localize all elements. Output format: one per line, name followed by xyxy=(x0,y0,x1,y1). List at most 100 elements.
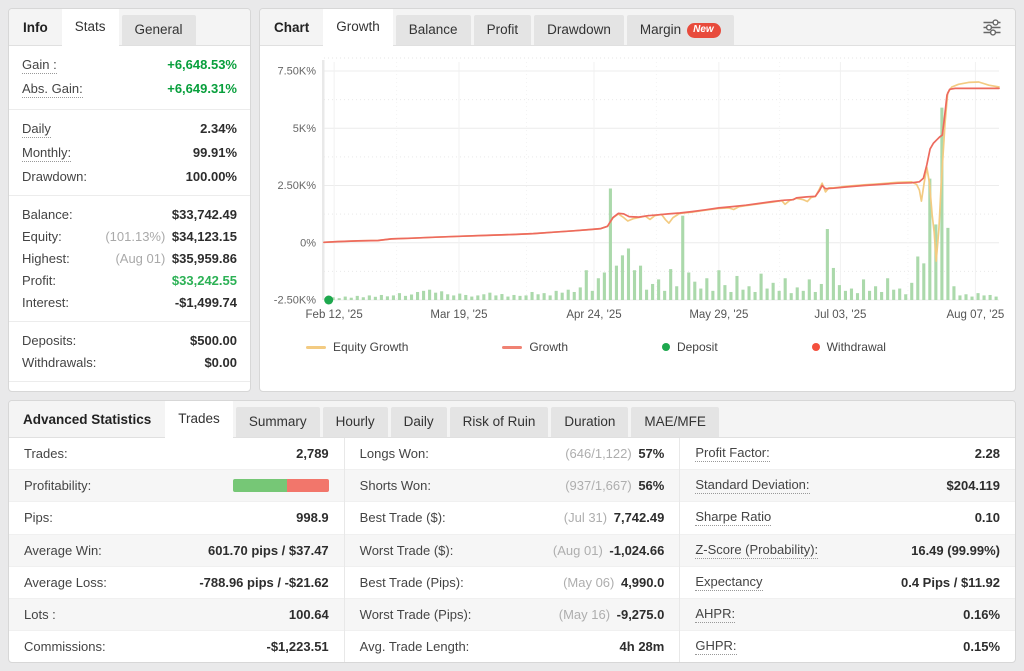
table-row-sharpe-ratio: Sharpe Ratio0.10 xyxy=(680,502,1015,534)
stat-row-highest: Highest:(Aug 01) $35,959.86 xyxy=(22,247,237,269)
tab-hourly[interactable]: Hourly xyxy=(323,407,388,437)
tab-chart[interactable]: Chart xyxy=(260,20,323,35)
legend-item-equity-growth: Equity Growth xyxy=(306,340,408,354)
tab-risk-of-ruin[interactable]: Risk of Ruin xyxy=(450,407,549,437)
stat-row-balance: Balance:$33,742.49 xyxy=(22,203,237,225)
table-label: Trades: xyxy=(24,446,68,461)
volume-bar xyxy=(410,295,413,300)
tab-summary[interactable]: Summary xyxy=(236,407,320,437)
volume-bar xyxy=(524,295,527,300)
volume-bar xyxy=(416,292,419,300)
volume-bar xyxy=(946,228,949,300)
table-row-ahpr: AHPR:0.16% xyxy=(680,599,1015,631)
stats-group: Updated3 minutes agoTracking0 xyxy=(9,382,250,392)
stat-value: $0.00 xyxy=(204,355,237,370)
section-label-advanced-statistics[interactable]: Advanced Statistics xyxy=(9,412,165,427)
y-axis-label: 0% xyxy=(300,237,316,249)
tab-balance[interactable]: Balance xyxy=(396,15,471,45)
stat-row-daily: Daily2.34% xyxy=(22,117,237,141)
tab-label: Margin xyxy=(640,15,681,45)
stat-value: (101.13%) $34,123.15 xyxy=(105,229,237,244)
table-row-shorts-won: Shorts Won:(937/1,667) 56% xyxy=(345,470,680,502)
table-label: AHPR: xyxy=(695,606,735,623)
tab-info[interactable]: Info xyxy=(9,20,62,35)
stat-value: $33,242.55 xyxy=(172,273,237,288)
table-value-muted: (May 06) xyxy=(563,575,618,590)
volume-bar xyxy=(916,256,919,300)
volume-bar xyxy=(386,296,389,300)
stats-column-2: Longs Won:(646/1,122) 57%Shorts Won:(937… xyxy=(344,438,680,663)
tab-stats[interactable]: Stats xyxy=(62,8,119,46)
volume-bar xyxy=(832,268,835,300)
tab-general[interactable]: General xyxy=(122,15,196,45)
volume-bar xyxy=(579,287,582,300)
tab-label: Stats xyxy=(75,12,106,42)
volume-bar xyxy=(970,297,973,300)
tab-growth[interactable]: Growth xyxy=(323,8,393,46)
volume-bar xyxy=(452,295,455,300)
trades-statistics-table: Trades:2,789Profitability:Pips:998.9Aver… xyxy=(9,438,1015,663)
tab-label: MAE/MFE xyxy=(644,407,706,437)
legend-item-deposit: Deposit xyxy=(662,340,718,354)
volume-bar xyxy=(392,295,395,300)
table-value: (May 06) 4,990.0 xyxy=(563,575,664,590)
volume-bar xyxy=(639,266,642,300)
table-row-profitability: Profitability: xyxy=(9,470,344,502)
volume-bar xyxy=(531,292,534,300)
table-label: Profit Factor: xyxy=(695,445,769,462)
volume-bar xyxy=(766,289,769,300)
stat-row-withdrawals: Withdrawals:$0.00 xyxy=(22,351,237,373)
chart-settings-icon[interactable] xyxy=(981,18,1015,37)
table-label: GHPR: xyxy=(695,638,736,655)
table-value-muted: (Jul 31) xyxy=(564,510,611,525)
volume-bar xyxy=(543,293,546,300)
legend-label: Deposit xyxy=(677,340,718,354)
volume-bar xyxy=(573,292,576,300)
stat-value: (Aug 01) $35,959.86 xyxy=(115,251,237,266)
tab-daily[interactable]: Daily xyxy=(391,407,447,437)
tab-duration[interactable]: Duration xyxy=(551,407,628,437)
growth-chart-area: 7.50K%5K%2.50K%0%-2.50K%Feb 12, '25Mar 1… xyxy=(260,46,1015,354)
stats-group: Deposits:$500.00Withdrawals:$0.00 xyxy=(9,322,250,382)
tab-label: Daily xyxy=(404,407,434,437)
volume-bar xyxy=(663,291,666,300)
tab-mae-mfe[interactable]: MAE/MFE xyxy=(631,407,719,437)
growth-chart[interactable]: 7.50K%5K%2.50K%0%-2.50K%Feb 12, '25Mar 1… xyxy=(264,54,1009,328)
tab-drawdown[interactable]: Drawdown xyxy=(534,15,624,45)
stat-label: Profit: xyxy=(22,273,56,288)
table-row-best-trade-pips: Best Trade (Pips):(May 06) 4,990.0 xyxy=(345,567,680,599)
volume-bar xyxy=(796,287,799,300)
tab-label: Growth xyxy=(336,12,380,42)
tab-profit[interactable]: Profit xyxy=(474,15,532,45)
volume-bar xyxy=(633,270,636,300)
x-axis-label: Jul 03, '25 xyxy=(814,309,866,321)
volume-bar xyxy=(669,269,672,300)
tab-trades[interactable]: Trades xyxy=(165,400,233,438)
stat-value: +6,649.31% xyxy=(167,81,237,96)
chart-panel: Chart Growth BalanceProfitDrawdownMarginN… xyxy=(259,8,1016,392)
stat-label: Monthly: xyxy=(22,145,71,162)
table-value: (937/1,667) 56% xyxy=(565,478,664,493)
volume-bar xyxy=(338,298,341,300)
stat-value: $33,742.49 xyxy=(172,207,237,222)
table-row-profit-factor: Profit Factor:2.28 xyxy=(680,438,1015,470)
volume-bar xyxy=(350,298,353,300)
tab-margin[interactable]: MarginNew xyxy=(627,15,734,45)
y-axis-label: 5K% xyxy=(293,123,316,135)
table-row-worst-trade-pips: Worst Trade (Pips):(May 16) -9,275.0 xyxy=(345,599,680,631)
volume-bar xyxy=(434,293,437,300)
table-label: Lots : xyxy=(24,607,56,622)
volume-bar xyxy=(687,273,690,300)
volume-bar xyxy=(549,295,552,300)
volume-bar xyxy=(705,278,708,300)
volume-bar xyxy=(868,291,871,300)
stat-row-monthly: Monthly:99.91% xyxy=(22,141,237,165)
table-value: 998.9 xyxy=(296,510,329,525)
legend-item-growth: Growth xyxy=(502,340,568,354)
stat-value: +6,648.53% xyxy=(167,57,237,72)
volume-bar xyxy=(440,291,443,300)
volume-bar xyxy=(910,283,913,300)
table-label: Commissions: xyxy=(24,639,106,654)
volume-bar xyxy=(603,273,606,300)
table-value: 0.4 Pips / $11.92 xyxy=(901,575,1000,590)
